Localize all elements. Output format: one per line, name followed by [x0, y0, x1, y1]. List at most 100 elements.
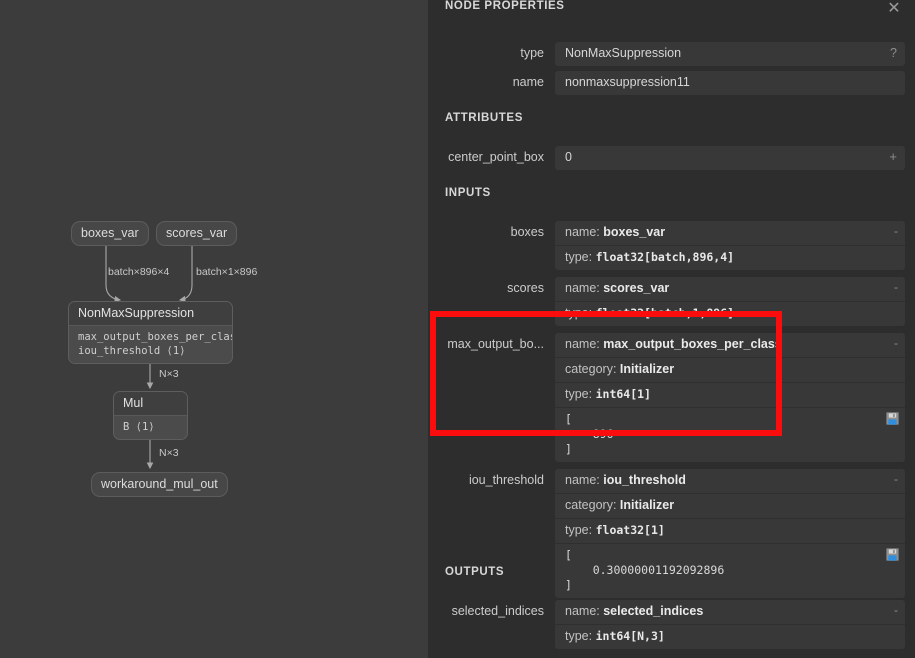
- input-row-boxes[interactable]: boxes name: boxes_var - type: float32[ba…: [428, 221, 915, 270]
- row-label: name: [512, 75, 544, 89]
- field-value: max_output_boxes_per_class: [603, 337, 782, 351]
- row-value[interactable]: name: iou_threshold - category: Initiali…: [555, 469, 905, 598]
- graph-node-attrs: max_output_boxes_per_class ⟨1⟩ iou_thres…: [69, 326, 232, 363]
- row-value[interactable]: name: max_output_boxes_per_class - categ…: [555, 333, 905, 462]
- field-value: int64[N,3]: [595, 629, 665, 643]
- property-row-name[interactable]: name nonmaxsuppression11: [428, 71, 915, 95]
- edge-label-nms-out: N×3: [159, 368, 179, 380]
- row-label: center_point_box: [448, 150, 544, 164]
- collapse-icon[interactable]: -: [894, 281, 898, 293]
- row-label: scores: [507, 281, 544, 295]
- collapse-icon[interactable]: -: [894, 225, 898, 237]
- field-line-category: category: Initializer: [555, 493, 905, 518]
- field-key: name:: [565, 473, 600, 487]
- expand-icon[interactable]: +: [889, 149, 897, 164]
- field-line: 0 +: [555, 146, 905, 170]
- field-value: selected_indices: [603, 604, 704, 618]
- field-line-array: [ 896 ]: [555, 407, 905, 462]
- field-key: name:: [565, 225, 600, 239]
- collapse-icon[interactable]: -: [894, 604, 898, 616]
- graph-node-nonmaxsuppression[interactable]: NonMaxSuppression max_output_boxes_per_c…: [68, 301, 233, 365]
- row-label: selected_indices: [451, 604, 544, 618]
- help-icon[interactable]: ?: [890, 46, 897, 61]
- graph-node-mul[interactable]: Mul B ⟨1⟩: [113, 391, 188, 441]
- save-icon[interactable]: [886, 548, 899, 561]
- graph-node-scores-var[interactable]: scores_var: [156, 221, 238, 246]
- field-key: name:: [565, 604, 600, 618]
- attribute-row-center-point-box[interactable]: center_point_box 0 +: [428, 146, 915, 170]
- field-key: type:: [565, 250, 593, 264]
- output-row-selected-indices[interactable]: selected_indices name: selected_indices …: [428, 600, 915, 649]
- panel-title: NODE PROPERTIES: [445, 0, 565, 12]
- graph-node-workaround-mul-out[interactable]: workaround_mul_out: [91, 472, 228, 497]
- collapse-icon[interactable]: -: [894, 337, 898, 349]
- row-label: type: [520, 46, 544, 60]
- graph-node-attr: max_output_boxes_per_class ⟨1⟩: [78, 331, 233, 343]
- field-line-type: type: float32[batch,1,896]: [555, 301, 905, 326]
- input-row-iou-threshold[interactable]: iou_threshold name: iou_threshold - cate…: [428, 469, 915, 598]
- field-value: Initializer: [619, 362, 675, 376]
- section-heading-attributes: ATTRIBUTES: [445, 112, 523, 124]
- graph-canvas[interactable]: boxes_var scores_var batch×896×4 batch×1…: [0, 0, 428, 658]
- field-line-type: type: int64[N,3]: [555, 624, 905, 649]
- field-line-category: category: Initializer: [555, 357, 905, 382]
- graph-node-label: boxes_var: [81, 226, 139, 240]
- field-line-name: name: scores_var -: [555, 277, 905, 301]
- save-icon[interactable]: [886, 412, 899, 425]
- close-icon[interactable]: ✕: [881, 0, 907, 21]
- field-value: scores_var: [603, 281, 670, 295]
- field-value: iou_threshold: [603, 473, 686, 487]
- tensor-value: [ 0.30000001192092896 ]: [565, 548, 725, 592]
- graph-node-title: Mul: [114, 392, 187, 416]
- node-properties-panel: NODE PROPERTIES ✕ type NonMaxSuppression…: [428, 0, 915, 658]
- row-value[interactable]: 0 +: [555, 146, 905, 170]
- field-key: type:: [565, 629, 593, 643]
- graph-node-attr: B ⟨1⟩: [123, 421, 155, 433]
- row-label: max_output_bo...: [447, 337, 544, 351]
- field-value: boxes_var: [603, 225, 666, 239]
- field-line-type: type: float32[1]: [555, 518, 905, 543]
- graph-node-attr: iou_threshold ⟨1⟩: [78, 345, 186, 358]
- input-row-scores[interactable]: scores name: scores_var - type: float32[…: [428, 277, 915, 326]
- section-heading-outputs: OUTPUTS: [445, 566, 505, 578]
- graph-node-label: scores_var: [166, 226, 228, 240]
- row-value[interactable]: name: boxes_var - type: float32[batch,89…: [555, 221, 905, 270]
- row-value[interactable]: NonMaxSuppression ?: [555, 42, 905, 66]
- field-line: NonMaxSuppression ?: [555, 42, 905, 66]
- row-label: iou_threshold: [468, 473, 544, 487]
- field-value: float32[1]: [595, 523, 665, 537]
- field-value: int64[1]: [595, 387, 651, 401]
- graph-node-title: NonMaxSuppression: [69, 302, 232, 326]
- collapse-icon[interactable]: -: [894, 473, 898, 485]
- field-line-name: name: boxes_var -: [555, 221, 905, 245]
- field-key: type:: [565, 523, 593, 537]
- row-value[interactable]: nonmaxsuppression11: [555, 71, 905, 95]
- field-key: name:: [565, 281, 600, 295]
- property-row-type[interactable]: type NonMaxSuppression ?: [428, 42, 915, 66]
- app-root: boxes_var scores_var batch×896×4 batch×1…: [0, 0, 915, 658]
- edge-label-mul-out: N×3: [159, 447, 179, 459]
- field-value: 0: [565, 150, 572, 164]
- tensor-value: [ 896 ]: [565, 412, 614, 456]
- field-line-type: type: float32[batch,896,4]: [555, 245, 905, 270]
- field-value: nonmaxsuppression11: [565, 75, 690, 89]
- field-line-name: name: max_output_boxes_per_class -: [555, 333, 905, 357]
- field-value: Initializer: [619, 498, 675, 512]
- field-value: NonMaxSuppression: [565, 46, 682, 60]
- field-line-name: name: iou_threshold -: [555, 469, 905, 493]
- field-key: category:: [565, 362, 617, 376]
- field-key: category:: [565, 498, 617, 512]
- graph-node-label: workaround_mul_out: [101, 477, 218, 491]
- graph-node-boxes-var[interactable]: boxes_var: [71, 221, 149, 246]
- graph-node-attrs: B ⟨1⟩: [114, 416, 187, 439]
- field-key: type:: [565, 387, 593, 401]
- field-value: float32[batch,1,896]: [595, 306, 735, 320]
- row-value[interactable]: name: selected_indices - type: int64[N,3…: [555, 600, 905, 649]
- field-line-name: name: selected_indices -: [555, 600, 905, 624]
- row-value[interactable]: name: scores_var - type: float32[batch,1…: [555, 277, 905, 326]
- section-heading-inputs: INPUTS: [445, 187, 491, 199]
- field-line: nonmaxsuppression11: [555, 71, 905, 95]
- row-label: boxes: [510, 225, 544, 239]
- input-row-max-output-boxes-per-class[interactable]: max_output_bo... name: max_output_boxes_…: [428, 333, 915, 462]
- field-key: type:: [565, 306, 593, 320]
